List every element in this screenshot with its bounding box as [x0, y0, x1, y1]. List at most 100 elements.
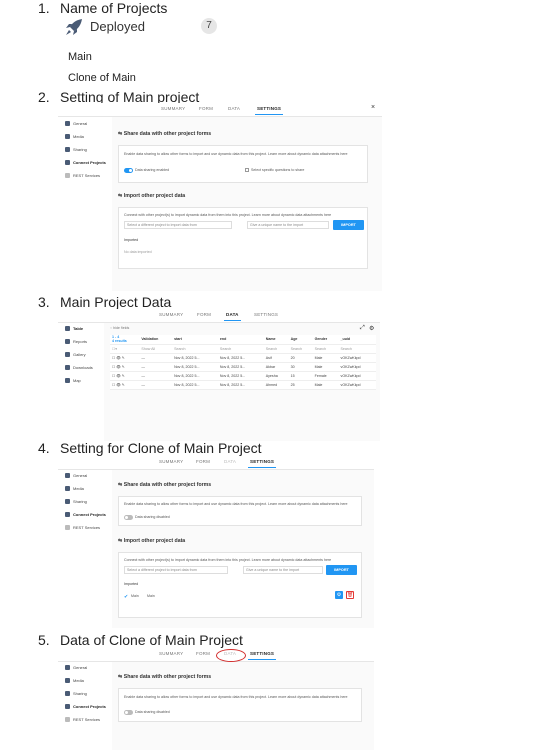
row-actions[interactable]: ☐ 👁 ✎	[110, 353, 140, 363]
tab-settings[interactable]: SETTINGS	[254, 106, 284, 115]
tab-settings[interactable]: SETTINGS	[254, 312, 278, 317]
sidebar-item-general[interactable]: General	[65, 665, 87, 670]
col-end[interactable]: end	[217, 335, 264, 345]
link-icon	[65, 512, 70, 517]
project-select[interactable]: Select a different project to import dat…	[124, 566, 228, 574]
sidebar-item-sharing[interactable]: Sharing	[65, 499, 87, 504]
sidebar-item-general[interactable]: General	[65, 121, 87, 126]
download-icon	[65, 365, 70, 370]
filter-gender[interactable]: Search	[312, 344, 339, 354]
sidebar-item-table[interactable]: Table	[65, 326, 83, 331]
col-validation[interactable]: Validation	[139, 335, 173, 345]
sidebar-item-rest-services[interactable]: REST Services	[65, 525, 100, 530]
col-gender[interactable]: Gender	[312, 335, 339, 345]
gear-icon	[65, 665, 70, 670]
import-button[interactable]: IMPORT	[326, 565, 357, 575]
import-name-input[interactable]: Give a unique name to the import	[247, 221, 329, 229]
share-section-title: ⇋ Share data with other project forms	[118, 482, 212, 488]
users-icon	[65, 691, 70, 696]
col-start[interactable]: start	[172, 335, 218, 345]
table-row[interactable]: ☐ 👁 ✎ — Nov 8, 2022 5... Nov 8, 2022 5... Ay…	[110, 371, 376, 381]
share-toggle[interactable]	[124, 710, 133, 715]
sidebar-item-connect-projects[interactable]: Connect Projects	[65, 704, 106, 709]
globe-icon	[65, 173, 70, 178]
sidebar-item-gallery[interactable]: Gallery	[65, 352, 86, 357]
tab-form[interactable]: FORM	[196, 651, 210, 656]
row-actions[interactable]: ☐ 👁 ✎	[110, 380, 140, 390]
filter-uuid[interactable]: Search	[338, 344, 376, 354]
sidebar-item-media[interactable]: Media	[65, 678, 84, 683]
filter-start[interactable]: Search	[172, 344, 218, 354]
sidebar-item-sharing[interactable]: Sharing	[65, 147, 87, 152]
tab-data[interactable]: DATA	[224, 312, 241, 321]
imported-label: Imported	[124, 582, 139, 586]
col-name[interactable]: Name	[263, 335, 289, 345]
sidebar-item-connect-projects[interactable]: Connect Projects	[65, 512, 106, 517]
settings-sidebar: General Media Sharing Connect Projects R…	[58, 470, 112, 628]
sidebar-item-connect-projects[interactable]: Connect Projects	[65, 160, 106, 165]
expand-icon[interactable]: ⤢	[360, 325, 365, 332]
table-filter-row: ☐▾ Show All Search Search Search Search …	[110, 344, 376, 354]
filter-validation[interactable]: Show All	[139, 344, 173, 354]
tab-summary[interactable]: SUMMARY	[161, 106, 185, 111]
import-box: Connect with other project(s) to import …	[118, 207, 368, 269]
filter-age[interactable]: Search	[288, 344, 313, 354]
hide-fields-link[interactable]: ◌ hide fields	[110, 326, 129, 330]
project-main[interactable]: Main	[68, 51, 92, 63]
table-row[interactable]: ☐ 👁 ✎ — Nov 8, 2022 5... Nov 8, 2022 5... Ah…	[110, 380, 376, 390]
tab-summary[interactable]: SUMMARY	[159, 651, 183, 656]
tab-settings[interactable]: SETTINGS	[247, 651, 277, 660]
tab-summary[interactable]: SUMMARY	[159, 312, 183, 317]
row-actions[interactable]: ☐ 👁 ✎	[110, 371, 140, 381]
no-data-text: No data imported	[124, 250, 152, 254]
share-toggle[interactable]	[124, 168, 133, 173]
select-all-checkbox[interactable]: ☐▾	[110, 344, 140, 354]
tab-settings[interactable]: SETTINGS	[247, 459, 277, 468]
imported-item-filename: Main	[147, 594, 155, 598]
sidebar-item-media[interactable]: Media	[65, 134, 84, 139]
sidebar-item-downloads[interactable]: Downloads	[65, 365, 93, 370]
table-row[interactable]: ☐ 👁 ✎ — Nov 8, 2022 5... Nov 8, 2022 5... Ak…	[110, 362, 376, 372]
sidebar-item-media[interactable]: Media	[65, 486, 84, 491]
filter-end[interactable]: Search	[217, 344, 264, 354]
tab-data[interactable]: DATA	[224, 459, 236, 464]
project-select[interactable]: Select a different project to import dat…	[124, 221, 232, 229]
sidebar-item-rest-services[interactable]: REST Services	[65, 173, 100, 178]
data-table: 1 - 44 results Validation start end Name…	[110, 335, 376, 390]
settings-sidebar: General Media Sharing Connect Projects R…	[58, 662, 112, 750]
sidebar-item-sharing[interactable]: Sharing	[65, 691, 87, 696]
gear-icon[interactable]: ⚙	[369, 325, 374, 332]
col-age[interactable]: Age	[288, 335, 313, 345]
link-icon	[65, 704, 70, 709]
project-clone-of-main[interactable]: Clone of Main	[68, 72, 136, 84]
filter-name[interactable]: Search	[263, 344, 289, 354]
share-section-title: ⇋ Share data with other project forms	[118, 674, 212, 680]
edit-icon[interactable]: ⚙	[335, 591, 343, 599]
tab-bar: SUMMARY FORM DATA SETTINGS	[58, 309, 380, 323]
share-toggle-label: Data sharing enabled	[135, 168, 170, 172]
close-icon[interactable]: ×	[371, 104, 375, 111]
row-actions[interactable]: ☐ 👁 ✎	[110, 362, 140, 372]
sidebar-item-rest-services[interactable]: REST Services	[65, 717, 100, 722]
share-toggle[interactable]	[124, 515, 133, 520]
specific-questions-checkbox[interactable]	[245, 168, 249, 172]
tab-data[interactable]: DATA	[228, 106, 240, 111]
tab-form[interactable]: FORM	[197, 312, 211, 317]
col-uuid[interactable]: _uuid	[338, 335, 376, 345]
tab-form[interactable]: FORM	[196, 459, 210, 464]
heading-4: 4. Setting for Clone of Main Project	[38, 440, 262, 456]
table-row[interactable]: ☐ 👁 ✎ — Nov 8, 2022 5... Nov 8, 2022 5... As…	[110, 353, 376, 363]
heading-5: 5. Data of Clone of Main Project	[38, 632, 243, 648]
tab-form[interactable]: FORM	[199, 106, 213, 111]
share-description: Enable data sharing to allow other forms…	[124, 152, 348, 156]
deployed-label[interactable]: Deployed	[90, 19, 145, 34]
trash-icon[interactable]: 🗑	[346, 591, 354, 599]
sidebar-item-map[interactable]: Map	[65, 378, 81, 383]
import-name-input[interactable]: Give a unique name to the import	[243, 566, 323, 574]
tab-summary[interactable]: SUMMARY	[159, 459, 183, 464]
sidebar-item-reports[interactable]: Reports	[65, 339, 87, 344]
screenshot-clone-data: SUMMARY FORM DATA SETTINGS General Media…	[58, 648, 374, 750]
import-button[interactable]: IMPORT	[333, 220, 364, 230]
share-toggle-label: Data sharing disabled	[135, 515, 170, 519]
sidebar-item-general[interactable]: General	[65, 473, 87, 478]
